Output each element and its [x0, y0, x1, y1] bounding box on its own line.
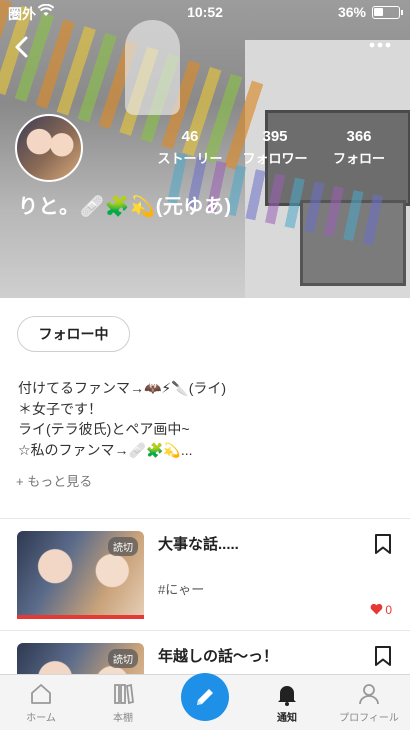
- pencil-icon: [197, 689, 213, 705]
- tab-notifications[interactable]: 通知: [246, 675, 328, 730]
- tab-home[interactable]: ホーム: [0, 675, 82, 730]
- thumbnail-accent-bar: [17, 615, 144, 619]
- bookshelf-icon: [114, 683, 134, 705]
- oneshot-badge: 読切: [108, 537, 138, 556]
- back-chevron-icon[interactable]: [10, 34, 36, 60]
- bio-line: ライ(テラ彼氏)とペア画中~: [18, 421, 190, 437]
- oneshot-badge: 読切: [108, 649, 138, 668]
- cover-figure: [125, 20, 180, 115]
- battery-percent: 36%: [337, 4, 366, 20]
- profile-bio: 付けてるファンマ→🦇⚡🔪(ライ) ＊女子です！ ライ(テラ彼氏)とペア画中~ ☆…: [18, 378, 398, 460]
- stat-stories[interactable]: 46 ストーリー: [150, 128, 230, 167]
- story-tag[interactable]: #にゃー: [158, 579, 204, 598]
- bio-line: ☆私のファンマ→🩹🧩💫...: [18, 441, 193, 458]
- tab-label: ホーム: [26, 713, 56, 724]
- compose-button[interactable]: [181, 673, 229, 721]
- divider: [0, 518, 410, 519]
- stat-label: フォロワー: [242, 151, 308, 166]
- tab-bookshelf[interactable]: 本棚: [82, 675, 164, 730]
- battery-icon: [372, 6, 403, 19]
- tab-profile[interactable]: プロフィール: [328, 675, 410, 730]
- home-icon: [31, 684, 51, 704]
- stat-value: 366: [346, 128, 372, 145]
- bell-icon: [278, 686, 296, 706]
- more-options-icon[interactable]: [368, 40, 392, 50]
- tab-label: 本棚: [113, 713, 133, 724]
- story-title[interactable]: 大事な話.....: [158, 533, 239, 554]
- stat-label: フォロー: [332, 151, 385, 166]
- person-icon: [359, 684, 379, 705]
- story-title[interactable]: 年越しの話〜っ！: [158, 645, 278, 666]
- like-count[interactable]: 0: [370, 603, 392, 617]
- stat-label: ストーリー: [157, 151, 223, 166]
- story-card[interactable]: 読切 大事な話..... #にゃー 0: [0, 531, 410, 641]
- bookmark-icon[interactable]: [374, 533, 392, 555]
- cover-building: [245, 40, 410, 298]
- show-more-link[interactable]: + もっと見る: [16, 471, 92, 490]
- following-button[interactable]: フォロー中: [17, 316, 130, 352]
- heart-icon: [370, 603, 383, 615]
- bio-line: ＊女子です！: [18, 400, 102, 417]
- tab-label: プロフィール: [339, 713, 399, 724]
- stat-followers[interactable]: 395 フォロワー: [235, 128, 315, 167]
- profile-stats: 46 ストーリー 395 フォロワー 366 フォロー: [150, 128, 400, 168]
- bio-line: 付けてるファンマ→🦇⚡🔪(ライ): [18, 380, 227, 396]
- tab-label: 通知: [277, 713, 297, 724]
- bottom-tab-bar: ホーム 本棚 通知 プロフィール: [0, 673, 410, 730]
- story-thumbnail[interactable]: 読切: [17, 531, 144, 619]
- bookmark-icon[interactable]: [374, 645, 392, 667]
- stat-value: 395: [262, 128, 288, 145]
- avatar[interactable]: [15, 114, 83, 182]
- profile-name: りと。🩹🧩💫(元ゆあ): [18, 196, 232, 218]
- stat-following[interactable]: 366 フォロー: [319, 128, 399, 167]
- status-bar: 圏外 10:52 36%: [0, 0, 410, 24]
- divider: [0, 630, 410, 631]
- like-number: 0: [385, 603, 392, 617]
- stat-value: 46: [181, 128, 199, 145]
